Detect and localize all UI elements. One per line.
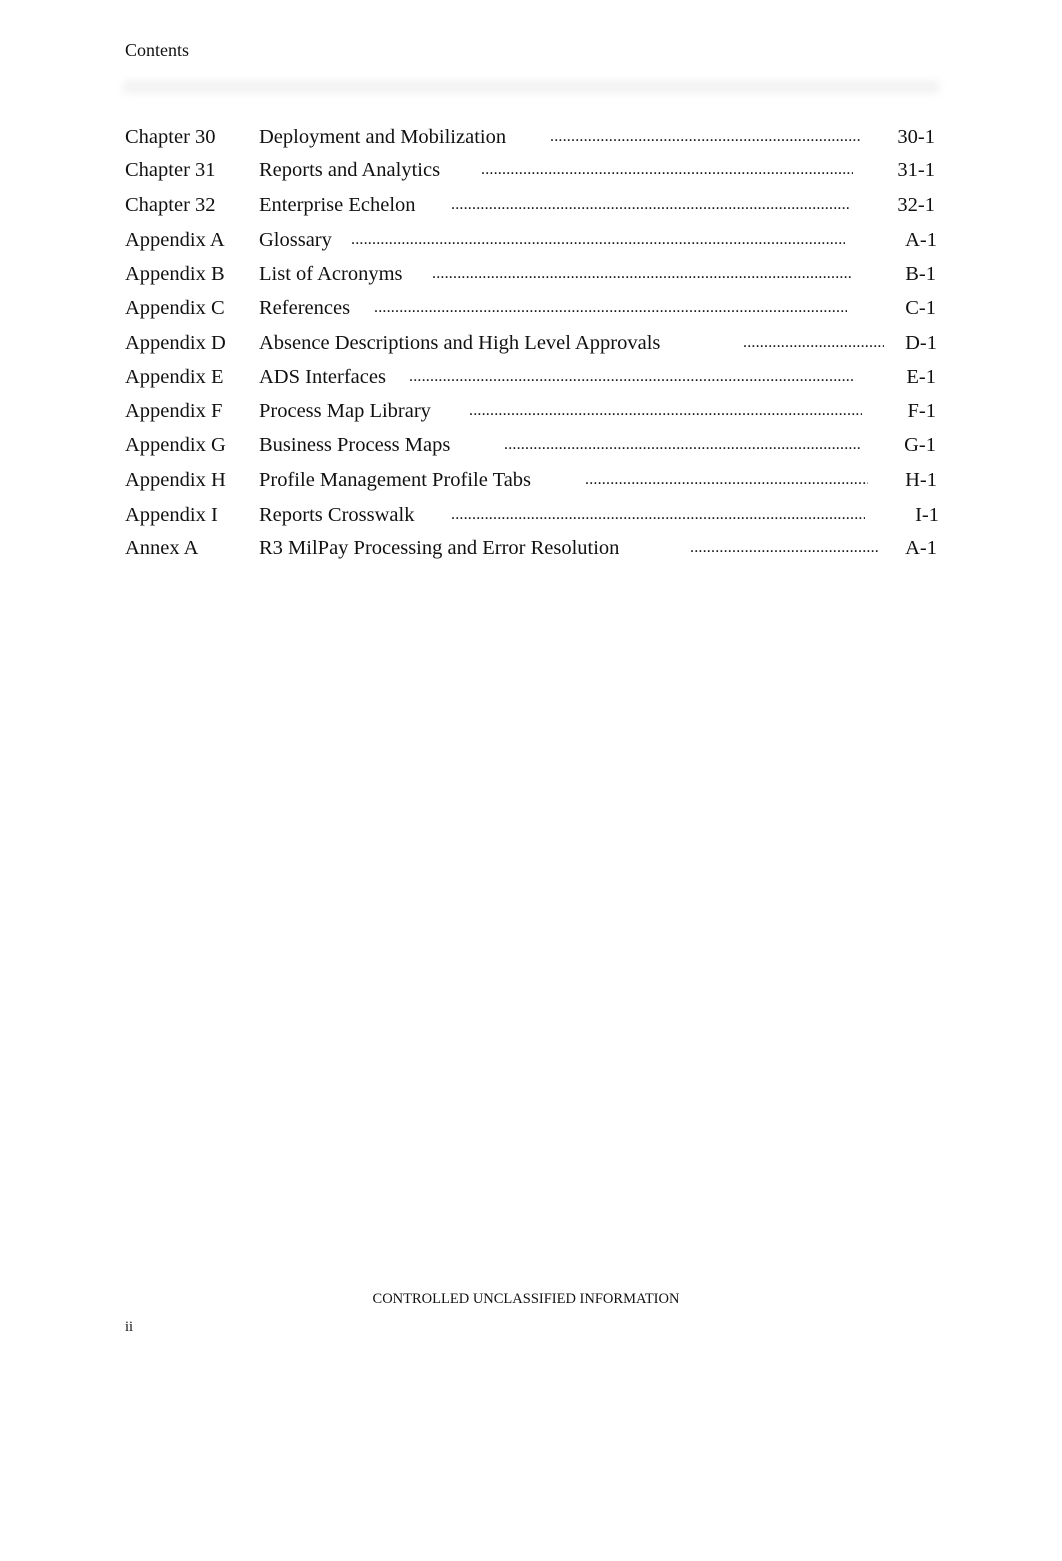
toc-entry-page: I-1: [915, 504, 939, 526]
toc-entry[interactable]: Chapter 30 Deployment and Mobilization .…: [0, 124, 1062, 150]
toc-dot-leader: ........................................…: [504, 436, 860, 453]
toc-dot-leader: ........................................…: [432, 265, 852, 282]
toc-entry[interactable]: Appendix D Absence Descriptions and High…: [0, 330, 1062, 356]
toc-entry-title: Absence Descriptions and High Level Appr…: [259, 332, 661, 354]
toc-entry-label: Appendix H: [125, 469, 226, 491]
toc-entry-title: Glossary: [259, 229, 332, 251]
toc-entry-page: 32-1: [897, 194, 935, 216]
toc-entry-page: F-1: [907, 400, 936, 422]
toc-entry-label: Appendix G: [125, 434, 226, 456]
toc-entry-page: A-1: [905, 229, 937, 251]
toc-dot-leader: ........................................…: [374, 299, 847, 316]
page-number: ii: [125, 1319, 134, 1335]
toc-entry[interactable]: Appendix E ADS Interfaces ..............…: [0, 364, 1062, 390]
classification-banner: CONTROLLED UNCLASSIFIED INFORMATION: [372, 1291, 680, 1307]
toc-entry-title: R3 MilPay Processing and Error Resolutio…: [259, 537, 620, 559]
toc-entry-title: Business Process Maps: [259, 434, 451, 456]
toc-entry-page: D-1: [905, 332, 937, 354]
toc-entry[interactable]: Chapter 31 Reports and Analytics .......…: [0, 157, 1062, 183]
toc-entry-title: Deployment and Mobilization: [259, 126, 507, 148]
toc-entry[interactable]: Appendix H Profile Management Profile Ta…: [0, 467, 1062, 493]
toc-entry-label: Chapter 31: [125, 159, 216, 181]
toc-dot-leader: ........................................…: [351, 231, 845, 248]
toc-entry-label: Appendix I: [125, 504, 218, 526]
toc-dot-leader: ........................................…: [743, 334, 884, 351]
toc-entry-page: B-1: [905, 263, 936, 285]
toc-entry-title: Reports Crosswalk: [259, 504, 415, 526]
toc-dot-leader: ........................................…: [481, 161, 853, 178]
toc-entry-page: E-1: [906, 366, 936, 388]
toc-dot-leader: ........................................…: [585, 471, 868, 488]
page-header-title: Contents: [125, 40, 190, 60]
toc-entry[interactable]: Appendix A Glossary ....................…: [0, 227, 1062, 253]
toc-entry-label: Appendix C: [125, 297, 225, 319]
toc-entry-title: References: [259, 297, 351, 319]
toc-entry[interactable]: Chapter 32 Enterprise Echelon ..........…: [0, 192, 1062, 218]
toc-entry[interactable]: Appendix F Process Map Library .........…: [0, 398, 1062, 424]
toc-entry-page: G-1: [904, 434, 936, 456]
toc-dot-leader: ........................................…: [690, 539, 878, 556]
toc-entry-page: H-1: [905, 469, 937, 491]
toc-dot-leader: ........................................…: [469, 402, 862, 419]
toc-entry-label: Appendix E: [125, 366, 224, 388]
toc-entry-label: Annex A: [125, 537, 199, 559]
toc-entry-label: Appendix B: [125, 263, 225, 285]
toc-entry-title: Process Map Library: [259, 400, 431, 422]
header-divider: [122, 80, 940, 94]
toc-entry[interactable]: Appendix B List of Acronyms ............…: [0, 261, 1062, 287]
toc-entry-title: Reports and Analytics: [259, 159, 441, 181]
toc-entry-label: Chapter 30: [125, 126, 216, 148]
toc-entry-title: Profile Management Profile Tabs: [259, 469, 532, 491]
toc-entry-label: Appendix F: [125, 400, 223, 422]
toc-dot-leader: ........................................…: [550, 128, 860, 145]
toc-entry[interactable]: Appendix I Reports Crosswalk ...........…: [0, 502, 1062, 528]
toc-entry[interactable]: Annex A R3 MilPay Processing and Error R…: [0, 535, 1062, 561]
toc-entry-label: Chapter 32: [125, 194, 216, 216]
toc-entry[interactable]: Appendix C References ..................…: [0, 295, 1062, 321]
toc-entry-title: ADS Interfaces: [259, 366, 386, 388]
toc-entry-title: Enterprise Echelon: [259, 194, 416, 216]
toc-dot-leader: ........................................…: [409, 368, 855, 385]
toc-entry[interactable]: Appendix G Business Process Maps .......…: [0, 432, 1062, 458]
toc-entry-page: 30-1: [897, 126, 935, 148]
toc-entry-page: C-1: [905, 297, 936, 319]
toc-entry-title: List of Acronyms: [259, 263, 403, 285]
toc-dot-leader: ........................................…: [451, 506, 865, 523]
toc-entry-label: Appendix D: [125, 332, 226, 354]
toc-entry-page: 31-1: [897, 159, 935, 181]
toc-dot-leader: ........................................…: [451, 196, 849, 213]
toc-entry-page: A-1: [905, 537, 937, 559]
toc-entry-label: Appendix A: [125, 229, 225, 251]
